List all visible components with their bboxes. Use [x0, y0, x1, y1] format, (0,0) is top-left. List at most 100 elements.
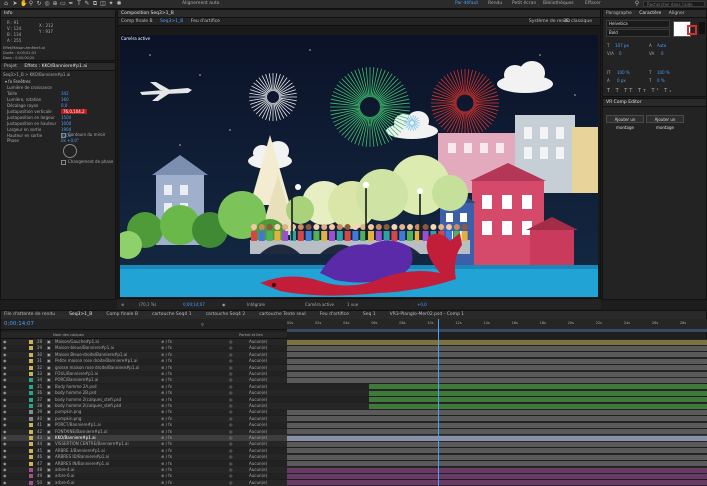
timeline-tab[interactable]: Feu d'artifice [320, 311, 349, 319]
layer-row[interactable]: ◉ 28 ▣ Maison/Gauche#p1.ai ⊕ ∕ fx ◎ Aucun(e) [1, 339, 707, 345]
label-color-swatch[interactable] [29, 359, 33, 364]
label-color-swatch[interactable] [29, 365, 33, 370]
parent-dropdown[interactable]: Aucun(e) [249, 416, 267, 422]
font-family-dropdown[interactable]: Helvetica [606, 20, 670, 28]
visibility-eye-icon[interactable]: ◉ [3, 384, 7, 390]
layer-switches[interactable]: ⊕ ∕ fx [161, 390, 172, 396]
timeline-search-icon[interactable]: ⚲ [201, 322, 204, 327]
layer-name[interactable]: FONTAINE/Banniere#p1.ai [55, 429, 107, 435]
workspace-libraries[interactable]: Bibliothèques [543, 1, 574, 6]
label-color-swatch[interactable] [29, 378, 33, 383]
time-ruler[interactable]: 00s 02s 04s 06s 08s 10s 12s 14s 16s 18s 20s 22s 24s 2… [287, 319, 707, 329]
pickwhip-icon[interactable]: ◎ [229, 429, 233, 435]
checkbox-phase-shift[interactable]: Changement de phase [61, 159, 113, 165]
layer-switches[interactable]: ⊕ ∕ fx [161, 467, 172, 473]
layer-switches[interactable]: ⊕ ∕ fx [161, 403, 172, 409]
tab-effects[interactable]: Effets : KKO/Banniere#p1.ai [24, 63, 87, 70]
layer-switches[interactable]: ⊕ ∕ fx [161, 448, 172, 454]
layer-row[interactable]: ◉ 43 ▣ KKO/Banniere#p1.ai ⊕ ∕ fx ◎ Aucun(e) [1, 435, 707, 441]
layer-name[interactable]: grosse maison rose droite/Banniere#p1.ai [55, 365, 139, 371]
visibility-eye-icon[interactable]: ◉ [3, 416, 7, 422]
layer-row[interactable]: ◉ 40 ▣ pumpkin.png ⊕ ∕ fx ◎ Aucun(e) [1, 415, 707, 422]
selection-tool-icon[interactable]: ➤ [12, 1, 18, 7]
pickwhip-icon[interactable]: ◎ [229, 339, 233, 345]
parent-dropdown[interactable]: Aucun(e) [249, 454, 267, 460]
workspace-clear[interactable]: Effacer [585, 1, 601, 6]
layer-duration-bar[interactable] [287, 345, 707, 351]
pickwhip-icon[interactable]: ◎ [229, 435, 233, 441]
kerning-value[interactable]: 0 [619, 51, 622, 56]
zoom-tool-icon[interactable]: ⚲ [28, 1, 34, 7]
layer-row[interactable]: ◉ 41 ▣ PORCT/Banniere#p1.ai ⊕ ∕ fx ◎ Aucun(e) [1, 422, 707, 429]
visibility-eye-icon[interactable]: ◉ [3, 461, 7, 467]
parent-dropdown[interactable]: Aucun(e) [249, 403, 267, 409]
parent-dropdown[interactable]: Aucun(e) [249, 467, 267, 473]
text-tool-icon[interactable]: T [76, 1, 82, 7]
parent-dropdown[interactable]: Aucun(e) [249, 409, 267, 415]
parent-dropdown[interactable]: Aucun(e) [249, 377, 267, 383]
layer-name[interactable]: arbre-4.ai [55, 467, 74, 473]
pickwhip-icon[interactable]: ◎ [229, 416, 233, 422]
effect-prop-value[interactable]: 0,0 [61, 103, 67, 108]
layer-switches[interactable]: ⊕ ∕ fx [161, 345, 172, 351]
eraser-tool-icon[interactable]: ◫ [100, 1, 106, 7]
views-dropdown[interactable]: 1 vue [347, 302, 358, 307]
parent-dropdown[interactable]: Aucun(e) [249, 365, 267, 371]
baseline-value[interactable]: 0 px [617, 78, 626, 83]
font-style-dropdown[interactable]: Bold [606, 29, 670, 37]
layer-duration-bar[interactable] [287, 473, 707, 479]
layer-duration-bar[interactable] [369, 384, 707, 390]
layer-name[interactable]: body homme 2(calques_stefi.psd [55, 397, 121, 403]
resolution-dropdown[interactable]: Intégrale [247, 302, 265, 307]
timeline-tab[interactable]: Comp finale B [106, 311, 138, 319]
brush-tool-icon[interactable]: ✎ [84, 1, 90, 7]
label-color-swatch[interactable] [29, 455, 33, 460]
label-color-swatch[interactable] [29, 352, 33, 357]
layer-row[interactable]: ◉ 29 ▣ Maison-bleue/Banniere#p1.ai ⊕ ∕ fx ◎ Au… [1, 345, 707, 352]
text-style-buttons[interactable]: T T TT Tт T¹ T₁ [607, 88, 703, 94]
label-color-swatch[interactable] [29, 391, 33, 396]
comp-timecode[interactable]: 0;00;14;07 [183, 302, 205, 307]
visibility-eye-icon[interactable]: ◉ [3, 429, 7, 435]
layer-duration-bar[interactable] [287, 339, 707, 345]
label-color-swatch[interactable] [29, 461, 33, 466]
timeline-tab[interactable]: File d'attente de rendu [4, 311, 55, 319]
camera-dropdown[interactable]: Caméra active [305, 302, 334, 307]
pickwhip-icon[interactable]: ◎ [229, 377, 233, 383]
layer-row[interactable]: ◉ 37 ▣ body homme 2(calques_stefi.psd ⊕ ∕ fx… [1, 396, 707, 403]
layer-switches[interactable]: ⊕ ∕ fx [161, 371, 172, 377]
layer-row[interactable]: ◉ 35 ▣ Body homme 2A.psd ⊕ ∕ fx ◎ Aucun(e) [1, 383, 707, 390]
visibility-eye-icon[interactable]: ◉ [3, 409, 7, 415]
parent-dropdown[interactable]: Aucun(e) [249, 461, 267, 467]
timeline-timecode[interactable]: 0;00;14;07 [4, 321, 34, 327]
pickwhip-icon[interactable]: ◎ [229, 403, 233, 409]
pickwhip-icon[interactable]: ◎ [229, 473, 233, 479]
workspace-default[interactable]: Par défaut [455, 1, 478, 6]
effect-prop-value[interactable]: 1000 [61, 121, 71, 126]
parent-column[interactable]: Parent et lien [239, 333, 263, 337]
layer-switches[interactable]: ⊕ ∕ fx [161, 358, 172, 364]
parent-dropdown[interactable]: Aucun(e) [249, 358, 267, 364]
layer-row[interactable]: ◉ 48 ▣ arbre-4.ai ⊕ ∕ fx ◎ Aucun(e) [1, 467, 707, 473]
label-color-swatch[interactable] [29, 372, 33, 376]
layer-duration-bar[interactable] [287, 467, 707, 473]
effect-prop-value[interactable]: 76,0,104,2 [61, 109, 87, 114]
layer-row[interactable]: ◉ 42 ▣ FONTAINE/Banniere#p1.ai ⊕ ∕ fx ◎ Aucun(… [1, 428, 707, 435]
label-color-swatch[interactable] [29, 474, 33, 479]
workspace-small-screen[interactable]: Petit écran [512, 1, 536, 6]
layer-switches[interactable]: ⊕ ∕ fx [161, 461, 172, 467]
effect-prop-value[interactable]: 1504 [61, 115, 71, 120]
pickwhip-icon[interactable]: ◎ [229, 467, 233, 473]
layer-name[interactable]: FOUL/Banniere#p1.ai [55, 371, 98, 377]
layer-switches[interactable]: ⊕ ∕ fx [161, 365, 172, 371]
layer-duration-bar[interactable] [287, 448, 707, 454]
font-size-value[interactable]: 107 px [615, 43, 629, 48]
layer-switches[interactable]: ⊕ ∕ fx [161, 416, 172, 422]
layer-duration-bar[interactable] [287, 429, 707, 435]
layer-row[interactable]: ◉ 34 ▣ PORC/Banniere#p1.ai ⊕ ∕ fx ◎ Aucun(e) [1, 377, 707, 384]
tab-fireworks[interactable]: Feu d'artifice [191, 18, 220, 25]
label-color-swatch[interactable] [29, 480, 33, 485]
parent-dropdown[interactable]: Aucun(e) [249, 390, 267, 396]
visibility-eye-icon[interactable]: ◉ [3, 365, 7, 371]
visibility-eye-icon[interactable]: ◉ [3, 467, 7, 473]
